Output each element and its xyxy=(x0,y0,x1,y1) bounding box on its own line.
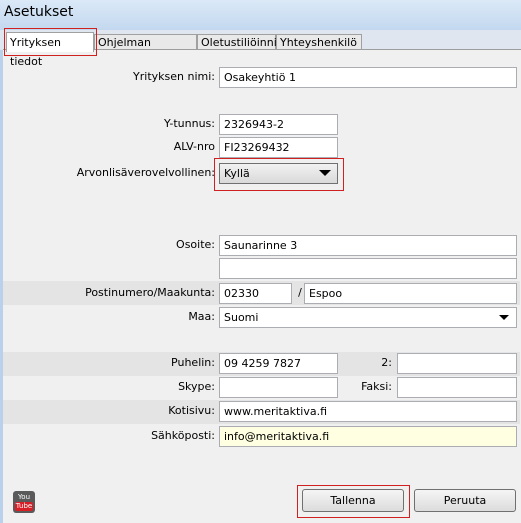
address-input[interactable] xyxy=(219,235,517,256)
company-name-label: Yrityksen nimi: xyxy=(133,70,215,83)
email-input[interactable] xyxy=(219,426,517,447)
save-button[interactable]: Tallenna xyxy=(302,489,404,512)
cancel-button[interactable]: Peruuta xyxy=(414,489,516,512)
postal-separator: / xyxy=(298,286,302,299)
website-label: Kotisivu: xyxy=(168,404,215,417)
fax-label: Faksi: xyxy=(361,380,392,393)
tab-company-info[interactable]: Yrityksen tiedot xyxy=(6,32,94,68)
phone2-input[interactable] xyxy=(397,353,517,374)
business-id-label: Y-tunnus: xyxy=(163,117,215,130)
skype-label: Skype: xyxy=(178,380,215,393)
country-value: Suomi xyxy=(224,311,259,324)
phone2-label: 2: xyxy=(381,356,392,369)
phone-label: Puhelin: xyxy=(171,356,215,369)
postal-code-input[interactable] xyxy=(219,283,292,304)
phone-input[interactable] xyxy=(219,353,338,374)
company-name-input[interactable] xyxy=(219,67,517,88)
postal-label: Postinumero/Maakunta: xyxy=(85,286,215,299)
title-bar: Asetukset xyxy=(0,0,521,30)
window-title: Asetukset xyxy=(4,4,74,20)
vat-liable-value: Kyllä xyxy=(224,167,250,180)
address-line2-input[interactable] xyxy=(219,258,517,279)
youtube-icon-bottom: Tube xyxy=(14,502,34,511)
email-label: Sähköposti: xyxy=(151,429,215,442)
city-input[interactable] xyxy=(304,283,517,304)
vat-liable-dropdown[interactable]: Kyllä xyxy=(219,163,338,184)
country-dropdown[interactable]: Suomi xyxy=(219,307,517,328)
website-input[interactable] xyxy=(219,401,517,422)
youtube-icon-top: You xyxy=(17,493,31,501)
vat-liable-label: Arvonlisäverovelvollinen: xyxy=(76,166,215,179)
vat-number-label: ALV-nro xyxy=(173,140,215,153)
country-label: Maa: xyxy=(188,310,215,323)
fax-input[interactable] xyxy=(397,377,517,398)
vat-number-input[interactable] xyxy=(219,137,338,158)
skype-input[interactable] xyxy=(219,377,338,398)
chevron-down-icon xyxy=(499,315,509,320)
business-id-input[interactable] xyxy=(219,114,338,135)
address-label: Osoite: xyxy=(176,238,215,251)
chevron-down-icon xyxy=(319,170,331,176)
youtube-icon[interactable]: You Tube xyxy=(13,491,35,513)
